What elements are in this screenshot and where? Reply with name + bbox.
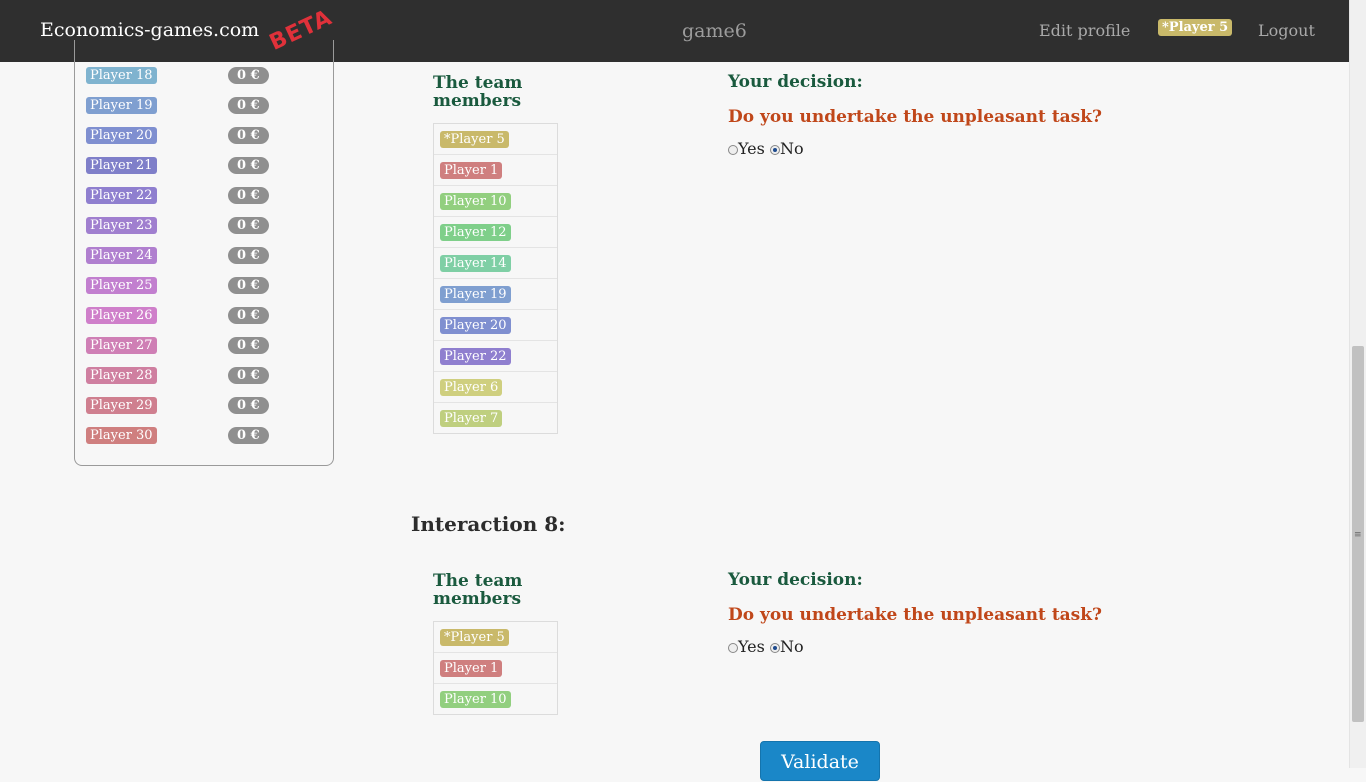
scrollbar-grip-icon: ≡ xyxy=(1354,530,1362,540)
decision-question: Do you undertake the unpleasant task? xyxy=(728,605,1102,625)
team-member-item: Player 20 xyxy=(434,310,557,341)
player-amount-badge: 0 € xyxy=(228,427,269,444)
player-label: Player 26 xyxy=(86,307,157,324)
validate-button[interactable]: Validate xyxy=(760,741,880,781)
logout-link[interactable]: Logout xyxy=(1258,21,1315,40)
player-label: Player 29 xyxy=(86,397,157,414)
team-heading-line: members xyxy=(433,91,522,111)
player-label: Player 22 xyxy=(86,187,157,204)
decision-radio-group: Yes No xyxy=(728,139,804,158)
decision-title: Your decision: xyxy=(728,570,863,590)
team-member-label: *Player 5 xyxy=(440,131,509,148)
yes-radio[interactable] xyxy=(728,643,738,653)
player-label: Player 18 xyxy=(86,67,157,84)
player-label: Player 21 xyxy=(86,157,157,174)
player-amount-badge: 0 € xyxy=(228,187,269,204)
player-amount-badge: 0 € xyxy=(228,97,269,114)
player-amount-badge: 0 € xyxy=(228,307,269,324)
yes-radio[interactable] xyxy=(728,145,738,155)
player-label: Player 30 xyxy=(86,427,157,444)
player-amount-badge: 0 € xyxy=(228,157,269,174)
player-amount-badge: 0 € xyxy=(228,217,269,234)
team-member-label: Player 1 xyxy=(440,162,503,179)
team-member-item: Player 22 xyxy=(434,341,557,372)
game-name: game6 xyxy=(682,20,747,42)
player-amount-badge: 0 € xyxy=(228,247,269,264)
player-label: Player 19 xyxy=(86,97,157,114)
team-member-label: Player 22 xyxy=(440,348,511,365)
team-member-label: Player 12 xyxy=(440,224,511,241)
interaction-title: Interaction 8: xyxy=(411,512,566,536)
player-amount-badge: 0 € xyxy=(228,127,269,144)
team-member-label: Player 20 xyxy=(440,317,511,334)
player-amount-badge: 0 € xyxy=(228,367,269,384)
team-heading-line: The team xyxy=(433,571,523,591)
decision-radio-group: Yes No xyxy=(728,637,804,656)
team-members-heading: The team members xyxy=(433,572,522,608)
team-member-label: Player 10 xyxy=(440,691,511,708)
team-member-label: *Player 5 xyxy=(440,629,509,646)
team-member-item: Player 1 xyxy=(434,653,557,684)
player-label: Player 28 xyxy=(86,367,157,384)
player-label: Player 25 xyxy=(86,277,157,294)
team-member-item: Player 7 xyxy=(434,403,557,433)
player-amount-badge: 0 € xyxy=(228,397,269,414)
team-member-item: Player 12 xyxy=(434,217,557,248)
team-member-item: Player 1 xyxy=(434,155,557,186)
no-radio[interactable] xyxy=(769,145,780,155)
edit-profile-link[interactable]: Edit profile xyxy=(1039,21,1130,40)
player-label: Player 24 xyxy=(86,247,157,264)
team-members-list: *Player 5 Player 1 Player 10 xyxy=(433,621,558,715)
site-brand-link[interactable]: Economics-games.com xyxy=(40,19,259,41)
team-member-item: Player 14 xyxy=(434,248,557,279)
player-label: Player 20 xyxy=(86,127,157,144)
player-label: Player 27 xyxy=(86,337,157,354)
player-label: Player 23 xyxy=(86,217,157,234)
page-scrollbar[interactable]: ≡ xyxy=(1349,0,1366,768)
player-amount-badge: 0 € xyxy=(228,277,269,294)
no-radio[interactable] xyxy=(769,643,780,653)
team-heading-line: members xyxy=(433,589,522,609)
team-member-label: Player 1 xyxy=(440,660,503,677)
team-member-label: Player 7 xyxy=(440,410,503,427)
team-member-item: Player 6 xyxy=(434,372,557,403)
player-amount-badge: 0 € xyxy=(228,67,269,84)
no-label[interactable]: No xyxy=(780,637,804,656)
decision-question: Do you undertake the unpleasant task? xyxy=(728,107,1102,127)
current-player-badge: *Player 5 xyxy=(1158,19,1233,36)
yes-label[interactable]: Yes xyxy=(738,637,765,656)
team-member-item: Player 19 xyxy=(434,279,557,310)
no-label[interactable]: No xyxy=(780,139,804,158)
team-member-item: Player 10 xyxy=(434,186,557,217)
team-member-label: Player 10 xyxy=(440,193,511,210)
scoreboard-panel: Player 18 0 € Player 19 0 € Player 20 0 € Play… xyxy=(74,40,334,466)
team-member-item: Player 10 xyxy=(434,684,557,714)
player-amount-badge: 0 € xyxy=(228,337,269,354)
team-heading-line: The team xyxy=(433,73,523,93)
yes-label[interactable]: Yes xyxy=(738,139,765,158)
team-member-label: Player 6 xyxy=(440,379,503,396)
team-members-heading: The team members xyxy=(433,74,522,110)
team-members-list: *Player 5 Player 1 Player 10 Player 12 Playe… xyxy=(433,123,558,434)
team-member-item: *Player 5 xyxy=(434,622,557,653)
team-member-label: Player 19 xyxy=(440,286,511,303)
team-member-item: *Player 5 xyxy=(434,124,557,155)
team-member-label: Player 14 xyxy=(440,255,511,272)
decision-title: Your decision: xyxy=(728,72,863,92)
